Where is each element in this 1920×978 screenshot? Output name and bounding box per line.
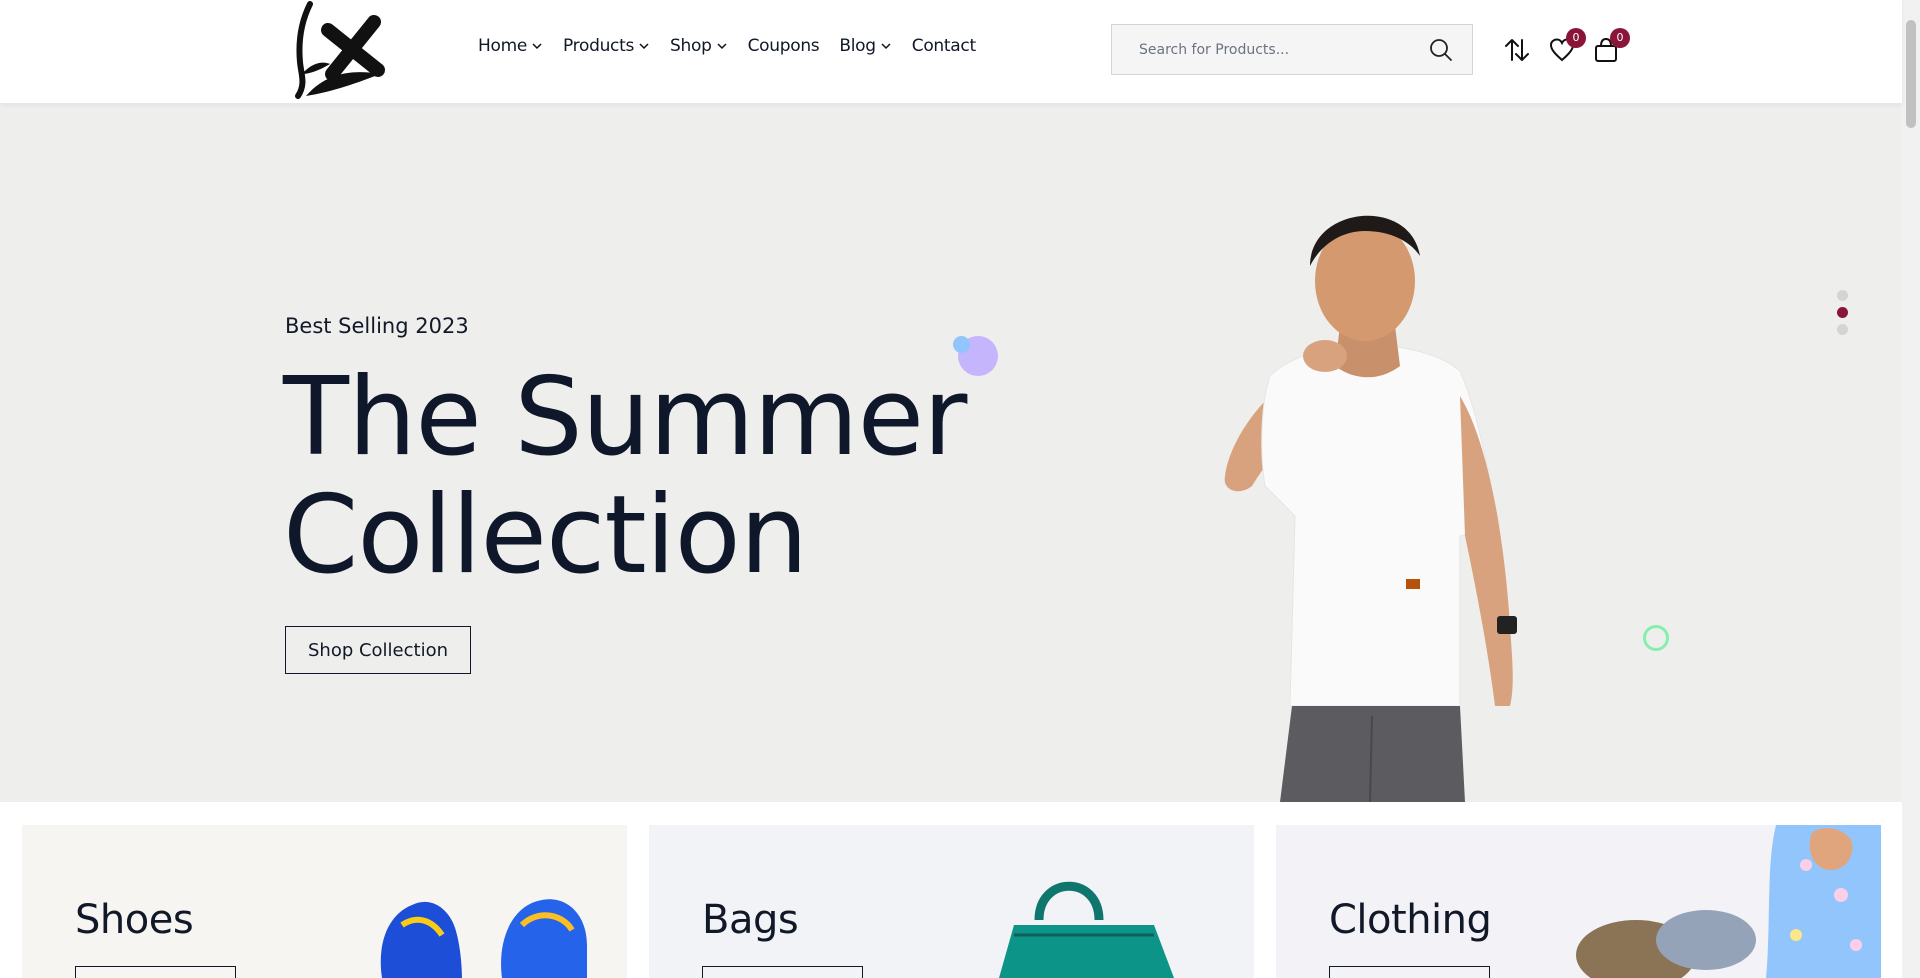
category-shop-button[interactable] bbox=[702, 966, 863, 978]
hero-title-line-2: Collection bbox=[283, 473, 808, 598]
nav-blog[interactable]: Blog bbox=[839, 36, 891, 56]
category-shop-button[interactable] bbox=[1329, 966, 1490, 978]
shop-collection-button[interactable]: Shop Collection bbox=[285, 626, 471, 674]
search-input[interactable] bbox=[1112, 25, 1412, 74]
category-title: Shoes bbox=[75, 897, 194, 943]
chevron-down-icon bbox=[717, 43, 727, 50]
category-title: Clothing bbox=[1329, 897, 1492, 943]
category-card-shoes[interactable]: Shoes bbox=[22, 825, 627, 978]
wishlist-count-badge: 0 bbox=[1566, 28, 1586, 48]
hero-eyebrow: Best Selling 2023 bbox=[285, 314, 469, 338]
nav-products-label: Products bbox=[563, 36, 635, 56]
decorative-ring bbox=[1643, 625, 1669, 651]
nav-blog-label: Blog bbox=[839, 36, 876, 56]
chevron-down-icon bbox=[639, 43, 649, 50]
slider-pagination bbox=[1837, 290, 1848, 335]
hero-title-line-1: The Summer bbox=[283, 355, 967, 480]
nav-home[interactable]: Home bbox=[478, 36, 543, 56]
search-icon[interactable] bbox=[1428, 37, 1454, 63]
slider-dot-1[interactable] bbox=[1837, 290, 1848, 301]
chevron-down-icon bbox=[881, 43, 891, 50]
nav-shop-label: Shop bbox=[670, 36, 712, 56]
wishlist-button[interactable]: 0 bbox=[1548, 28, 1586, 64]
nav-home-label: Home bbox=[478, 36, 528, 56]
search-bar bbox=[1111, 24, 1473, 75]
compare-arrows-icon bbox=[1505, 39, 1529, 61]
nav-coupons-label: Coupons bbox=[747, 36, 820, 56]
clothing-image bbox=[1576, 825, 1881, 978]
page-scrollbar[interactable] bbox=[1902, 0, 1920, 978]
nav-shop[interactable]: Shop bbox=[670, 36, 728, 56]
category-title: Bags bbox=[702, 897, 799, 943]
hero-model-image bbox=[1224, 215, 1517, 802]
nav-contact[interactable]: Contact bbox=[912, 36, 976, 56]
hero-title: The Summer Collection bbox=[283, 359, 983, 595]
decorative-bubble-small bbox=[953, 336, 970, 353]
shoes-image bbox=[380, 899, 587, 978]
bag-image bbox=[999, 881, 1174, 978]
nav-coupons[interactable]: Coupons bbox=[748, 36, 820, 56]
chevron-down-icon bbox=[532, 43, 542, 50]
category-card-bags[interactable]: Bags bbox=[649, 825, 1254, 978]
nav-products[interactable]: Products bbox=[563, 36, 650, 56]
cart-button[interactable]: 0 bbox=[1592, 28, 1630, 64]
slider-dot-3[interactable] bbox=[1837, 324, 1848, 335]
category-shop-button[interactable] bbox=[75, 966, 236, 978]
hero-slider: Best Selling 2023 The Summer Collection … bbox=[0, 104, 1902, 802]
cart-count-badge: 0 bbox=[1610, 28, 1630, 48]
slider-dot-2[interactable] bbox=[1837, 307, 1848, 318]
main-nav: Home Products Shop Coupons Blog Contact bbox=[478, 36, 996, 56]
compare-button[interactable] bbox=[1503, 36, 1531, 64]
brand-logo[interactable] bbox=[288, 0, 398, 102]
site-header: Home Products Shop Coupons Blog Contact bbox=[0, 0, 1902, 104]
category-cards: Shoes Bags Clothing bbox=[22, 825, 1882, 978]
scrollbar-thumb[interactable] bbox=[1906, 20, 1916, 128]
nav-contact-label: Contact bbox=[911, 36, 976, 56]
category-card-clothing[interactable]: Clothing bbox=[1276, 825, 1881, 978]
